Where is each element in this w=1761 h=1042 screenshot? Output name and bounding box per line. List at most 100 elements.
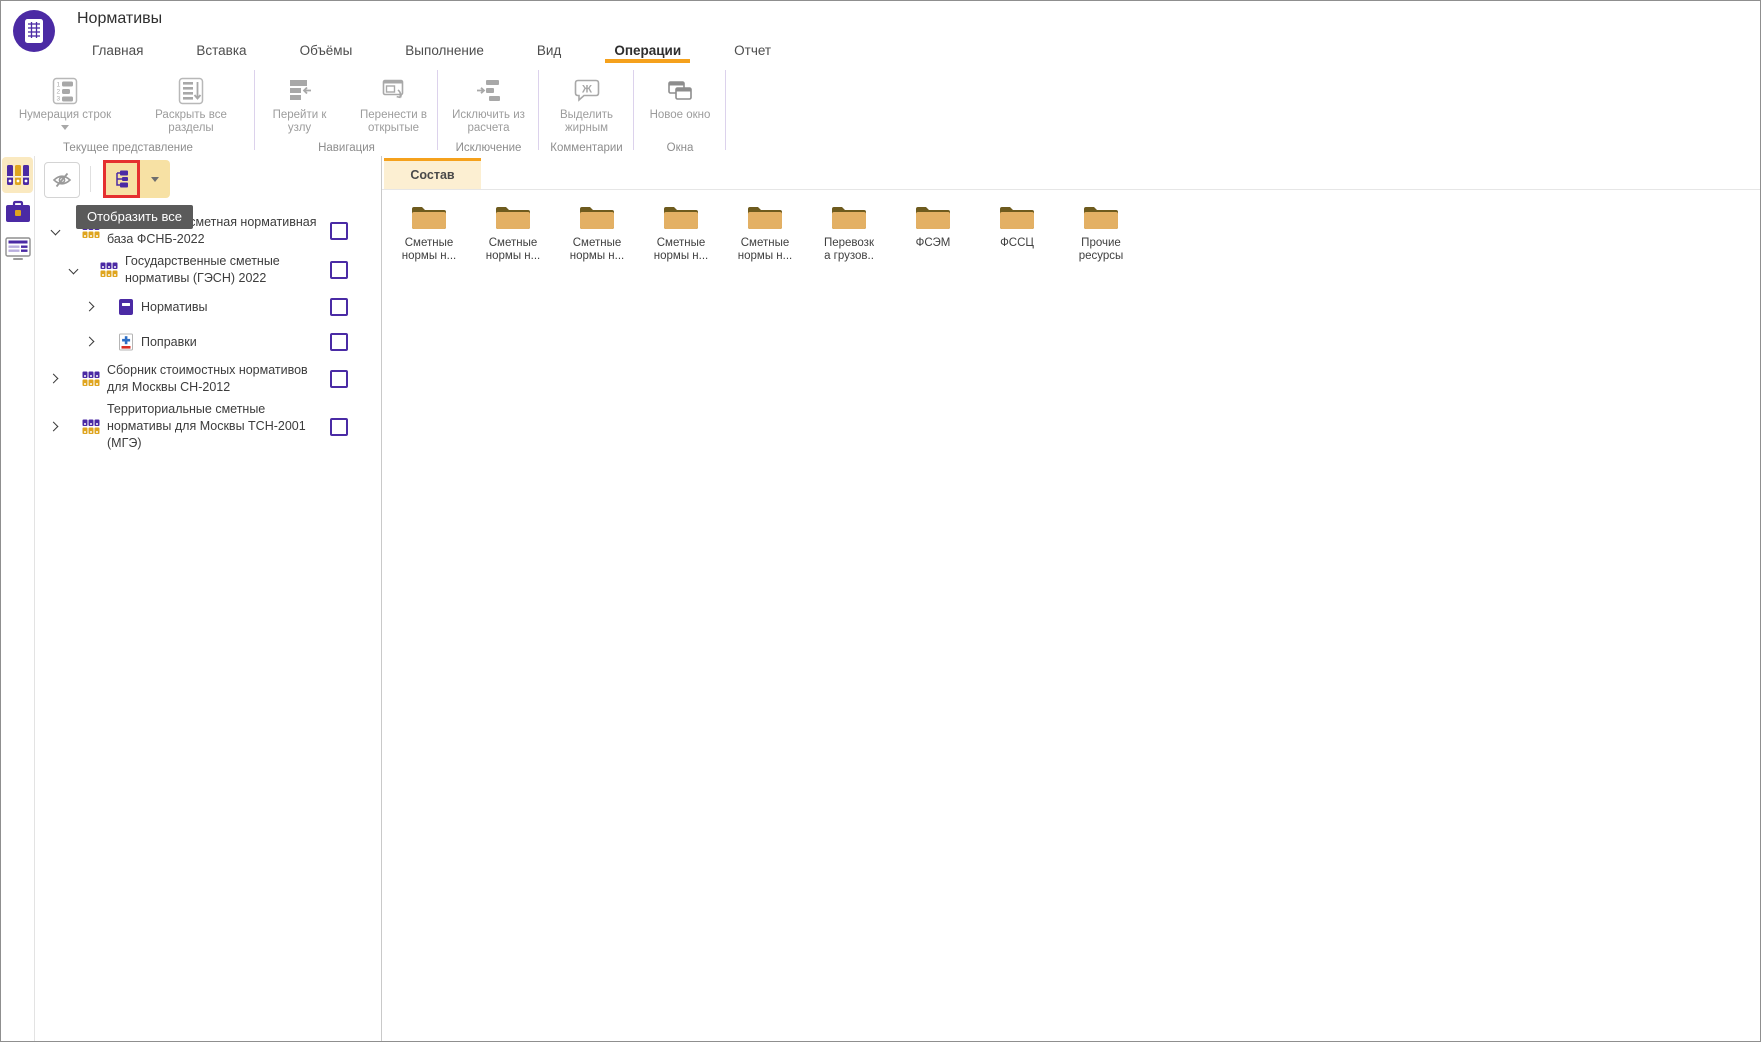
chevron-right-icon[interactable] <box>86 336 98 348</box>
spreadsheet-logo-icon <box>13 10 55 52</box>
tree-row-label: Поправки <box>141 334 197 351</box>
folder-label: Прочие ресурсы <box>1079 237 1124 263</box>
go-to-node-icon <box>283 74 317 108</box>
tree-row-checkbox[interactable] <box>330 222 348 240</box>
ribbon-group-label: Текущее представление <box>1 142 255 154</box>
page-title: Нормативы <box>77 10 162 28</box>
chevron-right-icon[interactable] <box>86 301 98 313</box>
book-icon <box>118 298 134 316</box>
tree-row[interactable]: Государственные сметные нормативы (ГЭСН)… <box>35 251 381 289</box>
ribbon-group-comments: Ж Выделить жирным Комментарии <box>539 64 634 156</box>
activity-bar <box>1 156 35 1041</box>
tree-toolbar <box>35 162 381 200</box>
folder-label: Сметные нормы н... <box>402 237 456 263</box>
hide-button[interactable] <box>44 162 80 198</box>
briefcase-icon <box>5 200 31 224</box>
menu-tab-bar: Главная Вставка Объёмы Выполнение Вид Оп… <box>90 37 773 64</box>
svg-text:2: 2 <box>57 89 61 96</box>
row-numbering-button[interactable]: 1 2 3 Нумерация строк <box>15 74 115 130</box>
tree-row[interactable]: Сборник стоимостных нормативов для Москв… <box>35 360 381 398</box>
tree-row[interactable]: Поправки <box>35 325 381 359</box>
tab-operacii[interactable]: Операции <box>612 37 683 64</box>
folder-item[interactable]: Сметные нормы н... <box>471 203 555 263</box>
tree-row-label: Территориальные сметные нормативы для Мо… <box>107 401 327 452</box>
folder-icon <box>998 203 1036 231</box>
ribbon-group-current-view: 1 2 3 Нумерация строк <box>1 64 255 156</box>
tree-row-checkbox[interactable] <box>330 333 348 351</box>
expand-all-sections-label: Раскрыть все разделы <box>155 109 227 135</box>
folder-label: Перевозк а грузов.. <box>824 237 874 263</box>
amendments-icon <box>118 333 134 351</box>
folder-item[interactable]: Прочие ресурсы <box>1059 203 1143 263</box>
folder-item[interactable]: ФССЦ <box>975 203 1059 263</box>
folder-label: ФССЦ <box>1000 237 1034 250</box>
bold-comment-button[interactable]: Ж Выделить жирным <box>539 74 634 135</box>
ribbon-group-label: Окна <box>634 142 726 154</box>
chevron-down-icon[interactable] <box>50 225 62 237</box>
normative-base-icon <box>82 371 100 387</box>
svg-text:Ж: Ж <box>581 84 592 96</box>
bold-comment-icon: Ж <box>570 74 604 108</box>
activity-item-normatives[interactable] <box>2 157 33 193</box>
folder-icon <box>662 203 700 231</box>
tree-row-checkbox[interactable] <box>330 370 348 388</box>
folder-label: Сметные нормы н... <box>486 237 540 263</box>
normative-base-icon <box>100 262 118 278</box>
folder-item[interactable]: Сметные нормы н... <box>387 203 471 263</box>
chevron-right-icon[interactable] <box>50 373 62 385</box>
folder-grid: Сметные нормы н... Сметные нормы н... См… <box>387 203 1143 263</box>
folder-item[interactable]: Сметные нормы н... <box>555 203 639 263</box>
tab-sostav[interactable]: Состав <box>384 158 481 189</box>
tree-row[interactable]: Территориальные сметные нормативы для Мо… <box>35 399 381 454</box>
tab-obyomy[interactable]: Объёмы <box>298 37 355 64</box>
tree-row[interactable]: Нормативы <box>35 290 381 324</box>
row-numbering-label: Нумерация строк <box>19 109 111 122</box>
folder-item[interactable]: ФСЭМ <box>891 203 975 263</box>
normative-books-icon <box>6 163 30 187</box>
go-to-node-button[interactable]: Перейти к узлу <box>256 74 344 135</box>
folder-label: ФСЭМ <box>916 237 951 250</box>
tab-vstavka[interactable]: Вставка <box>194 37 248 64</box>
estimate-table-icon <box>5 237 31 261</box>
folder-icon <box>410 203 448 231</box>
ribbon-group-exclusion: Исключить из расчета Исключение <box>438 64 539 156</box>
ribbon-group-label: Исключение <box>438 142 539 154</box>
new-window-button[interactable]: Новое окно <box>634 74 726 122</box>
exclude-from-calc-button[interactable]: Исключить из расчета <box>439 74 539 135</box>
tree-row-checkbox[interactable] <box>330 298 348 316</box>
chevron-down-icon[interactable] <box>68 264 80 276</box>
tab-glavnaya[interactable]: Главная <box>90 37 145 64</box>
svg-text:3: 3 <box>57 96 61 103</box>
tree-row-checkbox[interactable] <box>330 261 348 279</box>
tree-row-label: Нормативы <box>141 299 208 316</box>
activity-item-projects[interactable] <box>2 194 33 230</box>
tab-vypolnenie[interactable]: Выполнение <box>403 37 486 64</box>
eye-off-icon <box>52 170 72 190</box>
tab-vid[interactable]: Вид <box>535 37 563 64</box>
tab-otchet[interactable]: Отчет <box>732 37 773 64</box>
exclude-from-calc-label: Исключить из расчета <box>452 109 525 135</box>
folder-item[interactable]: Сметные нормы н... <box>723 203 807 263</box>
new-window-label: Новое окно <box>650 109 711 122</box>
show-all-dropdown-button[interactable] <box>140 160 170 198</box>
toolbar-divider <box>90 166 91 192</box>
activity-item-estimate[interactable] <box>2 231 33 267</box>
ribbon-group-windows: Новое окно Окна <box>634 64 726 156</box>
chevron-right-icon[interactable] <box>50 421 62 433</box>
move-to-open-button[interactable]: Перенести в открытые <box>350 74 438 135</box>
exclude-from-calc-icon <box>472 74 506 108</box>
expand-all-sections-button[interactable]: Раскрыть все разделы <box>141 74 241 135</box>
tree-row-checkbox[interactable] <box>330 418 348 436</box>
tree-row-label: Государственные сметные нормативы (ГЭСН)… <box>125 253 327 287</box>
folder-label: Сметные нормы н... <box>738 237 792 263</box>
show-all-button[interactable] <box>103 160 140 198</box>
normative-base-icon <box>82 419 100 435</box>
folder-item[interactable]: Перевозк а грузов.. <box>807 203 891 263</box>
folder-item[interactable]: Сметные нормы н... <box>639 203 723 263</box>
tooltip: Отобразить все <box>76 205 193 229</box>
ribbon-group-label: Навигация <box>255 142 438 154</box>
move-to-open-label: Перенести в открытые <box>360 109 427 135</box>
expand-all-sections-icon <box>174 74 208 108</box>
ribbon-group-label: Комментарии <box>539 142 634 154</box>
folder-label: Сметные нормы н... <box>654 237 708 263</box>
